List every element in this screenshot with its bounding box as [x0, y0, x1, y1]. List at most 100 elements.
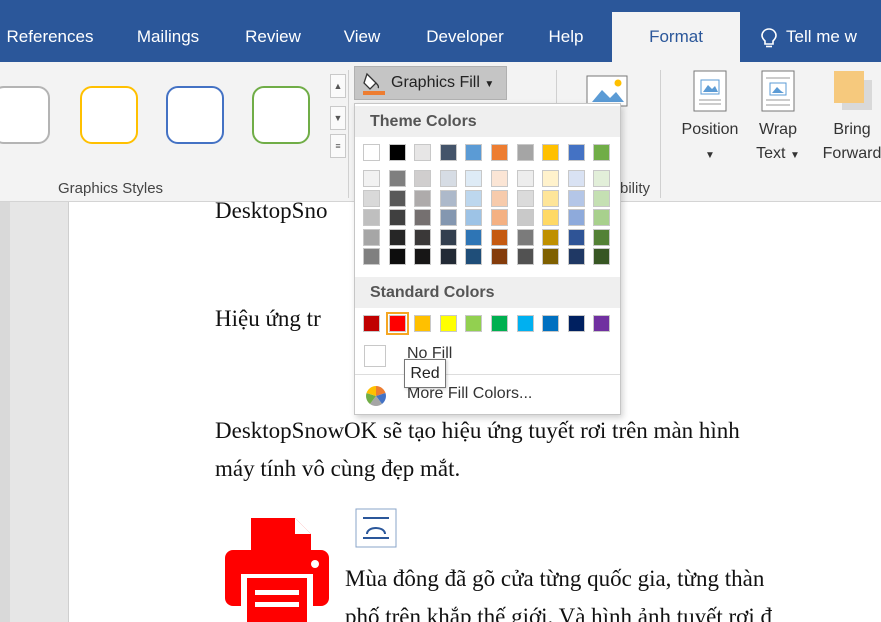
standard-color-swatch[interactable]: [567, 315, 585, 332]
theme-shade-swatch[interactable]: [542, 189, 560, 207]
theme-shade-swatch[interactable]: [465, 170, 483, 187]
standard-color-swatch[interactable]: [465, 315, 483, 332]
theme-shade-swatch[interactable]: [439, 189, 457, 207]
bring-forward-button[interactable]: Bring Forward: [812, 70, 881, 166]
theme-shade-swatch[interactable]: [593, 170, 611, 187]
standard-color-swatch[interactable]: [542, 315, 560, 332]
theme-shade-swatch[interactable]: [414, 170, 432, 187]
theme-color-swatch[interactable]: [414, 144, 432, 161]
graphics-style-option-green[interactable]: [252, 86, 310, 144]
standard-colors-heading: Standard Colors: [355, 277, 620, 308]
theme-shade-swatch[interactable]: [567, 189, 585, 207]
theme-color-swatch[interactable]: [388, 144, 406, 161]
theme-shade-swatch[interactable]: [516, 228, 534, 246]
theme-shade-swatch[interactable]: [516, 248, 534, 265]
wrap-text-icon: [761, 70, 795, 112]
standard-color-swatch[interactable]: [516, 315, 534, 332]
theme-shade-swatch[interactable]: [567, 209, 585, 226]
theme-color-swatch[interactable]: [542, 144, 560, 161]
theme-shade-swatch[interactable]: [363, 228, 380, 246]
standard-color-swatch[interactable]: [491, 315, 508, 332]
bring-forward-label-line1: Bring: [833, 121, 871, 138]
theme-color-swatch[interactable]: [363, 144, 380, 161]
theme-shade-swatch[interactable]: [491, 189, 508, 207]
theme-shade-swatch[interactable]: [491, 248, 508, 265]
theme-shade-swatch[interactable]: [414, 189, 432, 207]
gallery-more-icon[interactable]: ≡: [330, 134, 346, 158]
theme-shade-swatch[interactable]: [491, 209, 508, 226]
standard-color-swatch[interactable]: [385, 312, 409, 335]
theme-shade-swatch[interactable]: [516, 209, 534, 226]
theme-shade-swatch[interactable]: [516, 189, 534, 207]
printer-icon[interactable]: [221, 516, 333, 622]
doc-line-5: Mùa đông đã gõ cửa từng quốc gia, từng t…: [345, 566, 765, 591]
wrap-text-button[interactable]: Wrap Text ▼: [752, 70, 804, 168]
theme-shade-swatch[interactable]: [439, 228, 457, 246]
no-fill-swatch[interactable]: [364, 345, 386, 367]
theme-shade-swatch[interactable]: [388, 209, 406, 226]
tab-format[interactable]: Format: [612, 12, 740, 62]
theme-shade-swatch[interactable]: [439, 209, 457, 226]
standard-color-swatch[interactable]: [363, 315, 380, 332]
graphics-style-option-gold[interactable]: [80, 86, 138, 144]
tab-help[interactable]: Help: [534, 14, 598, 62]
standard-color-swatch[interactable]: [593, 315, 611, 332]
theme-shade-swatch[interactable]: [363, 209, 380, 226]
theme-color-swatch[interactable]: [465, 144, 483, 161]
theme-shade-swatch[interactable]: [414, 209, 432, 226]
theme-shade-swatch[interactable]: [465, 248, 483, 265]
theme-shade-swatch[interactable]: [542, 248, 560, 265]
theme-shade-swatch[interactable]: [593, 248, 611, 265]
theme-shade-swatch[interactable]: [465, 228, 483, 246]
theme-color-swatch[interactable]: [516, 144, 534, 161]
theme-shade-swatch[interactable]: [542, 170, 560, 187]
tab-view[interactable]: View: [330, 14, 394, 62]
theme-shade-swatch[interactable]: [363, 170, 380, 187]
theme-shade-swatch[interactable]: [491, 170, 508, 187]
theme-color-swatch[interactable]: [491, 144, 508, 161]
gallery-scroll-up-icon[interactable]: ▲: [330, 74, 346, 98]
theme-shade-swatch[interactable]: [439, 248, 457, 265]
tell-me-box[interactable]: Tell me w: [760, 14, 857, 60]
theme-shade-swatch[interactable]: [363, 248, 380, 265]
theme-shade-swatch[interactable]: [593, 228, 611, 246]
theme-shade-swatch[interactable]: [542, 228, 560, 246]
theme-shade-swatch[interactable]: [465, 189, 483, 207]
theme-shade-swatch[interactable]: [593, 189, 611, 207]
theme-color-swatch[interactable]: [567, 144, 585, 161]
theme-shade-swatch[interactable]: [465, 209, 483, 226]
tab-review[interactable]: Review: [232, 14, 314, 62]
theme-color-swatch[interactable]: [439, 144, 457, 161]
theme-shade-swatch[interactable]: [388, 170, 406, 187]
theme-shade-swatch[interactable]: [363, 189, 380, 207]
vertical-ruler: [0, 202, 10, 622]
position-button[interactable]: Position ▼: [672, 70, 748, 168]
theme-shade-swatch[interactable]: [414, 228, 432, 246]
theme-shade-swatch[interactable]: [516, 170, 534, 187]
layout-options-icon[interactable]: [355, 508, 397, 548]
graphics-style-option-gray[interactable]: [0, 86, 50, 144]
theme-shade-swatch[interactable]: [567, 228, 585, 246]
tab-references[interactable]: References: [0, 14, 100, 62]
standard-color-swatch[interactable]: [414, 315, 432, 332]
graphics-fill-button[interactable]: Graphics Fill ▼: [354, 66, 507, 100]
gallery-scroll-down-icon[interactable]: ▼: [330, 106, 346, 130]
theme-shade-swatch[interactable]: [542, 209, 560, 226]
theme-color-swatch[interactable]: [593, 144, 611, 161]
color-wheel-icon: [366, 386, 386, 406]
theme-shade-swatch[interactable]: [491, 228, 508, 246]
tab-developer[interactable]: Developer: [412, 14, 518, 62]
tab-mailings[interactable]: Mailings: [118, 14, 218, 62]
theme-shade-swatch[interactable]: [388, 189, 406, 207]
theme-shade-swatch[interactable]: [414, 248, 432, 265]
theme-shade-swatch[interactable]: [388, 228, 406, 246]
theme-shade-swatch[interactable]: [567, 248, 585, 265]
theme-colors-heading: Theme Colors: [355, 106, 620, 137]
theme-shade-swatch[interactable]: [593, 209, 611, 226]
theme-shade-swatch[interactable]: [388, 248, 406, 265]
theme-shade-swatch[interactable]: [439, 170, 457, 187]
graphics-style-option-blue[interactable]: [166, 86, 224, 144]
standard-color-swatch[interactable]: [439, 315, 457, 332]
paint-bucket-icon: [363, 72, 385, 95]
theme-shade-swatch[interactable]: [567, 170, 585, 187]
